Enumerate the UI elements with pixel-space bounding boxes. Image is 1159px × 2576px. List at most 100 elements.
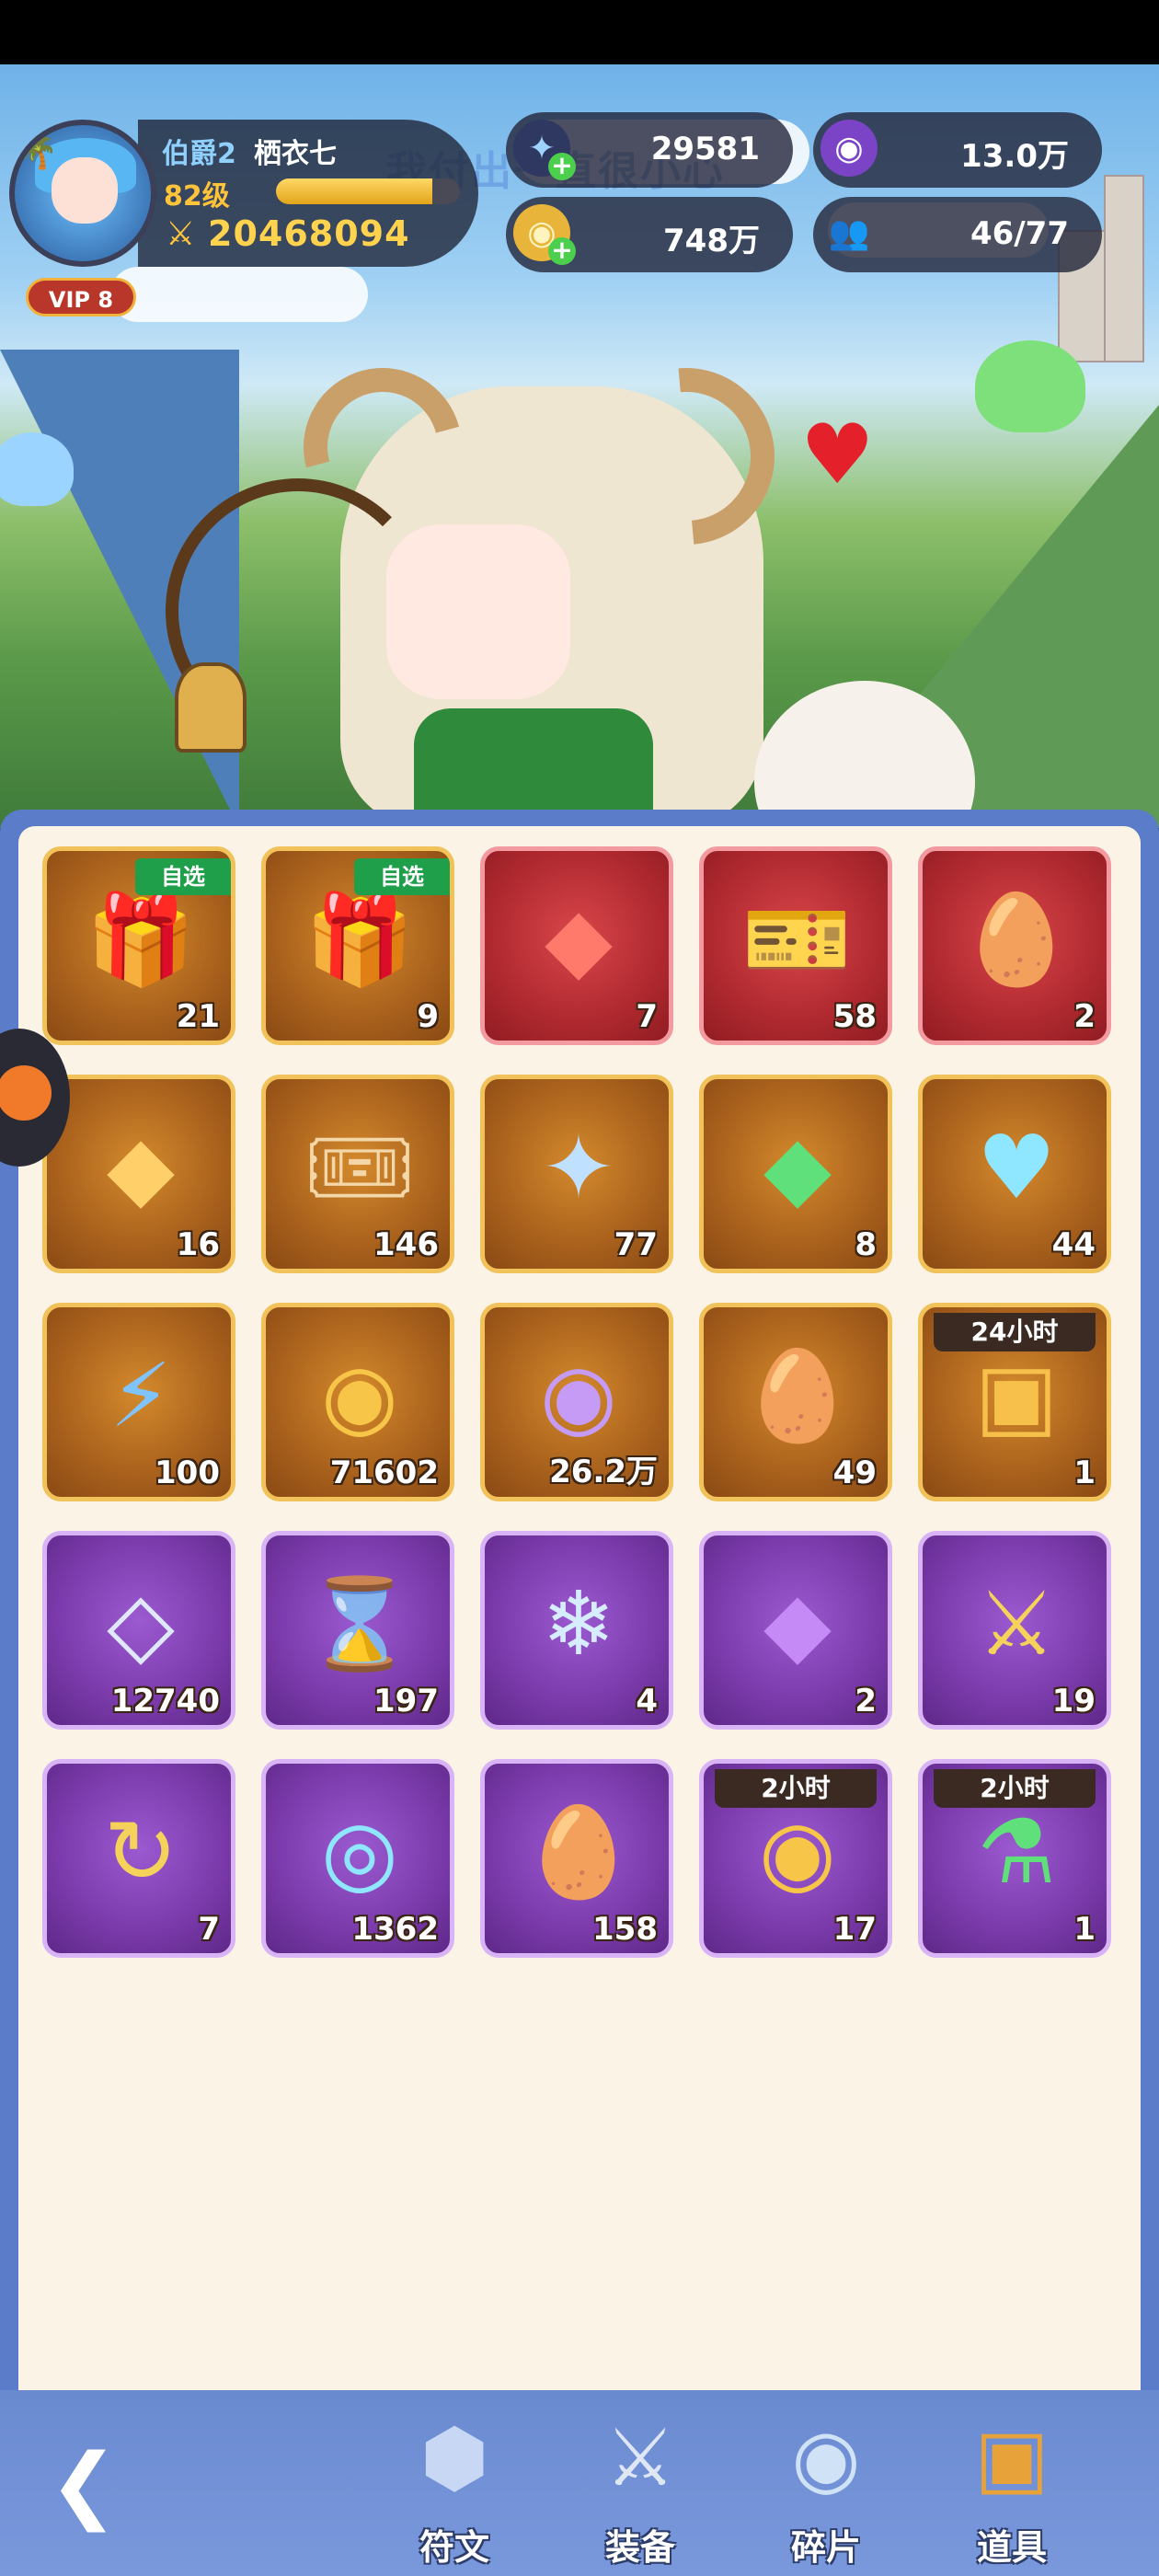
item-count: 158 — [592, 1911, 658, 1948]
item-count: 21 — [176, 998, 220, 1035]
golden-ticket-icon: 🎫 — [742, 888, 853, 991]
inventory-slot[interactable]: ◆ 16 — [42, 1075, 235, 1273]
item-count: 2 — [855, 1683, 877, 1719]
heart-icon: ♥ — [800, 407, 875, 503]
item-count: 17 — [832, 1911, 877, 1948]
inventory-slot[interactable]: ❄ 4 — [480, 1531, 673, 1730]
item-count: 26.2万 — [549, 1454, 658, 1490]
inventory-slot[interactable]: 🥚 158 — [480, 1759, 673, 1958]
inventory-slot[interactable]: ▣ 24小时 1 — [918, 1303, 1111, 1501]
back-arrow-icon[interactable]: ❮ — [33, 2434, 134, 2536]
inventory-slot[interactable]: ◎ 1362 — [261, 1759, 454, 1958]
inventory-panel: 🎁 自选 21 🎁 自选 9 ◆ 7 🎫 58 🥚 2 ◆ 16 🎟 146 ✦ 77 ◆ 8 ♥ 44 ⚡ 100 ◉ 7160… — [0, 810, 1159, 2392]
item-count: 16 — [176, 1226, 220, 1263]
duration-label: 24小时 — [934, 1313, 1096, 1351]
green-slime — [975, 340, 1085, 432]
tab-equipment[interactable]: ⚔ 装备 — [567, 2390, 714, 2576]
gold-coin-counter[interactable]: ◉ + 748万 — [506, 197, 793, 272]
inventory-slot[interactable]: ◇ 12740 — [42, 1531, 235, 1730]
gold-medal-icon: ◉ — [321, 1344, 398, 1447]
fire-egg-icon: 🥚 — [961, 888, 1072, 991]
tab-items[interactable]: ▣ 道具 — [938, 2390, 1085, 2576]
vip-badge[interactable]: VIP 8 — [26, 278, 136, 316]
inventory-slot[interactable]: ◆ 2 — [699, 1531, 892, 1730]
inventory-slot[interactable]: ⚗ 2小时 1 — [918, 1759, 1111, 1958]
inventory-slot[interactable]: 🎟 146 — [261, 1075, 454, 1273]
select-tag: 自选 — [354, 858, 450, 895]
inventory-slot[interactable]: ◉ 26.2万 — [480, 1303, 673, 1501]
inventory-slot[interactable]: ◆ 7 — [480, 846, 673, 1045]
bottom-nav: ❮ ⬢ 符文 ⚔ 装备 ◉ 碎片 ▣ 道具 — [0, 2390, 1159, 2576]
puzzle-piece-icon: ◉ — [791, 2412, 861, 2504]
inventory-slot[interactable]: ◉ 2小时 17 — [699, 1759, 892, 1958]
item-count: 4 — [636, 1683, 658, 1719]
status-bar — [0, 0, 1159, 64]
inventory-slot[interactable]: ✦ 77 — [480, 1075, 673, 1273]
ice-crystal-icon: ❄ — [541, 1572, 616, 1675]
inventory-slot[interactable]: 🥚 49 — [699, 1303, 892, 1501]
inventory-slot[interactable]: 🥚 2 — [918, 846, 1111, 1045]
item-count: 1 — [1073, 1911, 1096, 1948]
crossed-swords-icon: ⚔ — [604, 2412, 676, 2504]
purple-rune-crystal-icon: ◆ — [763, 1572, 832, 1675]
item-count: 71602 — [329, 1455, 439, 1491]
item-count: 12740 — [110, 1683, 220, 1719]
inventory-slot[interactable]: ♥ 44 — [918, 1075, 1111, 1273]
diamond-icon: ◇ — [107, 1572, 175, 1675]
inventory-slot[interactable]: ◆ 8 — [699, 1075, 892, 1273]
inventory-slot[interactable]: ⚡ 100 — [42, 1303, 235, 1501]
player-level: 82级 — [164, 180, 230, 213]
hourglass-icon: ⌛ — [304, 1572, 415, 1675]
gift-box-icon: 🎁 — [304, 888, 415, 991]
player-name: 栖衣七 — [254, 138, 337, 170]
item-count: 19 — [1051, 1683, 1096, 1719]
item-count: 1 — [1073, 1455, 1096, 1491]
item-count: 8 — [855, 1226, 877, 1263]
tab-rune[interactable]: ⬢ 符文 — [381, 2390, 528, 2576]
purple-medal-icon: ◉ — [540, 1344, 617, 1447]
inventory-slot[interactable]: 🎁 自选 9 — [261, 846, 454, 1045]
green-potion-icon: ⚗ — [976, 1800, 1057, 1903]
rune-icon: ⬢ — [419, 2412, 489, 2504]
item-count: 1362 — [351, 1911, 439, 1948]
player-card[interactable]: 🌴 伯爵2 栖衣七 82级 ⚔ 20468094 — [0, 120, 488, 271]
coin-stack-icon: ◉ — [759, 1800, 836, 1903]
inventory-slot[interactable]: ↻ 7 — [42, 1759, 235, 1958]
crossed-swords-icon: ⚔ — [166, 215, 196, 253]
inventory-slot[interactable]: ◉ 71602 — [261, 1303, 454, 1501]
treasure-chest-icon: ▣ — [974, 2412, 1050, 2504]
friends-icon: 👥 — [828, 214, 870, 252]
crystal-orb-icon: ◎ — [321, 1800, 398, 1903]
tab-fragments[interactable]: ◉ 碎片 — [752, 2390, 900, 2576]
purple-coin-counter[interactable]: ◉ 13.0万 — [813, 112, 1102, 188]
blue-slime — [0, 432, 74, 506]
inventory-slot[interactable]: ⌛ 197 — [261, 1531, 454, 1730]
purple-coin-icon: ◉ — [820, 120, 878, 177]
heart-card-icon: ♥ — [976, 1116, 1057, 1219]
avatar[interactable]: 🌴 — [9, 120, 156, 267]
red-rune-crystal-icon: ◆ — [545, 888, 613, 991]
plus-icon[interactable]: + — [548, 237, 576, 265]
item-count: 49 — [832, 1455, 877, 1491]
item-count: 7 — [198, 1911, 220, 1948]
green-gem-icon: ◆ — [763, 1116, 832, 1219]
item-count: 197 — [373, 1683, 439, 1719]
inventory-slot[interactable]: ⚔ 19 — [918, 1531, 1111, 1730]
player-rank: 伯爵2 — [162, 138, 236, 170]
treasure-chest-icon: ▣ — [974, 1344, 1059, 1447]
select-tag: 自选 — [135, 858, 231, 895]
friends-counter[interactable]: 👥 46/77 — [813, 197, 1102, 272]
blue-star-crystal-icon: ✦ — [541, 1116, 616, 1219]
inventory-slot[interactable]: 🎫 58 — [699, 846, 892, 1045]
combat-power: 20468094 — [208, 213, 410, 254]
item-count: 9 — [417, 998, 439, 1035]
inventory-grid: 🎁 自选 21 🎁 自选 9 ◆ 7 🎫 58 🥚 2 ◆ 16 🎟 146 ✦ 77 ◆ 8 ♥ 44 ⚡ 100 ◉ 7160… — [18, 826, 1141, 2390]
item-count: 2 — [1073, 998, 1096, 1035]
item-count: 146 — [373, 1226, 439, 1263]
star-crystal-counter[interactable]: ✦ + 29581 — [506, 112, 793, 188]
plus-icon[interactable]: + — [548, 153, 576, 180]
item-count: 77 — [614, 1226, 658, 1263]
level-progress-bar — [276, 178, 460, 204]
inventory-slot[interactable]: 🎁 自选 21 — [42, 846, 235, 1045]
item-count: 58 — [832, 998, 877, 1035]
